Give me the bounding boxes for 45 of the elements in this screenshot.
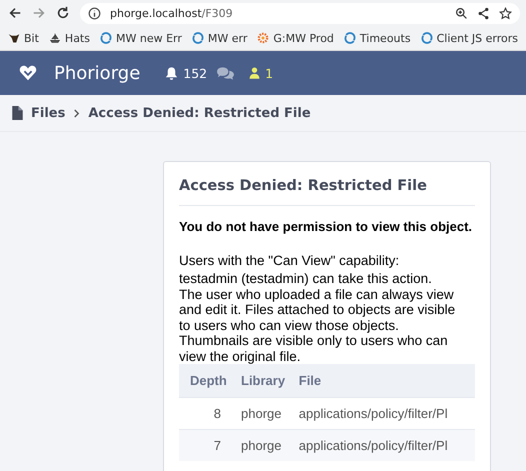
forward-icon[interactable]	[32, 6, 46, 20]
back-icon[interactable]	[8, 6, 22, 20]
url-path: /F309	[202, 6, 233, 20]
error-message: You do not have permission to view this object.	[179, 219, 474, 234]
bookmark-link[interactable]: Bit	[8, 32, 39, 44]
address-bar[interactable]: phorge.localhost/F309	[80, 2, 520, 24]
bookmark-link[interactable]: Timeouts	[344, 32, 411, 44]
swirl-icon	[344, 32, 356, 44]
bookmark-link[interactable]: Client JS errors	[420, 32, 518, 44]
policy-explanation: The user who uploaded a file can always view and edit it. Files attached to objects are visible to users who can view those objects. Thumbnails are visible only to users who can view the original file.	[179, 286, 456, 364]
info-icon	[88, 6, 101, 20]
chevron-icon	[73, 108, 80, 118]
zoom-icon[interactable]	[455, 6, 468, 20]
table-cell: 7	[179, 430, 241, 461]
swirl-icon	[420, 32, 433, 44]
document-icon	[12, 106, 23, 120]
gear-icon	[257, 32, 270, 44]
chat-bubbles-icon[interactable]	[216, 66, 236, 80]
notifications-button[interactable]: 152	[164, 66, 208, 80]
column-header: Library	[241, 364, 299, 398]
column-header: Depth	[179, 364, 241, 398]
capability-text: testadmin (testadmin) can take this action.	[179, 271, 433, 286]
bookmark-link[interactable]: MW err	[192, 32, 248, 44]
bell-icon	[164, 66, 180, 80]
heart-logo-icon[interactable]	[19, 64, 37, 82]
ship-icon	[48, 32, 61, 44]
swirl-icon	[100, 32, 112, 44]
url-host: phorge.localhost	[110, 6, 202, 20]
breadcrumb-link[interactable]: Files	[31, 106, 66, 120]
animal-head-icon	[8, 32, 20, 44]
bookmark-link[interactable]: MW new Err	[100, 32, 182, 44]
table-cell: applications/policy/filter/Pl	[298, 430, 475, 461]
people-button[interactable]: 1	[248, 66, 274, 80]
column-header: File	[298, 364, 475, 398]
table-cell: phorge	[241, 430, 299, 461]
site-name[interactable]: Phoriorge	[54, 62, 140, 84]
share-icon[interactable]	[477, 6, 490, 20]
reload-icon[interactable]	[56, 6, 70, 20]
person-icon	[248, 66, 262, 80]
bookmark-link[interactable]: Hats	[48, 32, 90, 44]
capability-heading: Users with the "Can View" capability:	[179, 252, 400, 268]
swirl-icon	[192, 32, 204, 44]
star-icon[interactable]	[499, 6, 512, 20]
bookmark-link[interactable]: G:MW Prod	[257, 32, 334, 44]
panel-title: Access Denied: Restricted File	[179, 162, 475, 206]
